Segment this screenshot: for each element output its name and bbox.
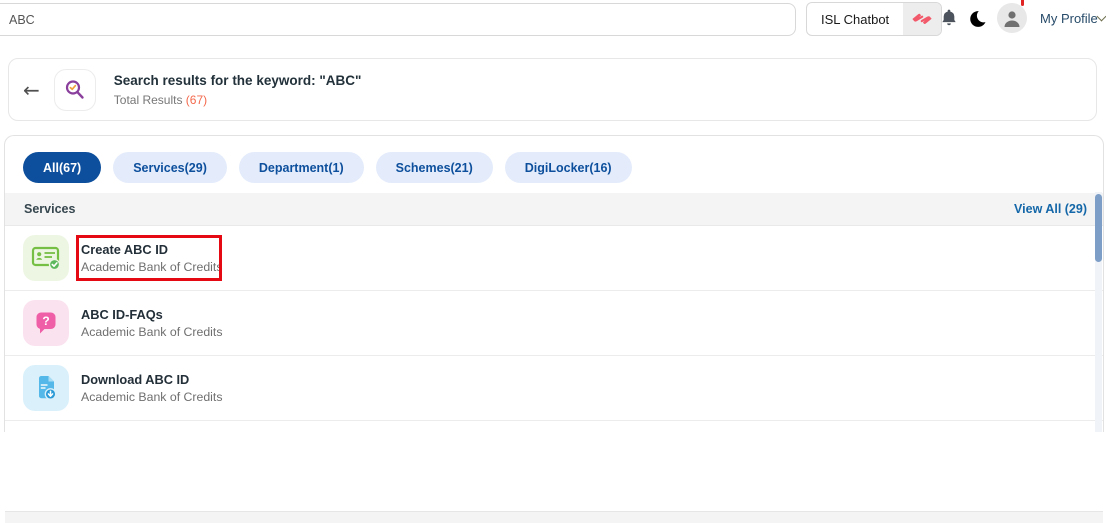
list-item-download-abc-id[interactable]: Download ABC ID Academic Bank of Credits bbox=[5, 356, 1103, 421]
my-profile-link[interactable]: My Profile bbox=[1040, 11, 1098, 26]
isl-chatbot-label: ISL Chatbot bbox=[821, 11, 890, 27]
notifications-bell-icon[interactable] bbox=[939, 8, 959, 28]
total-results-label: Total Results bbox=[113, 92, 186, 107]
service-title: Download ABC ID bbox=[81, 372, 190, 387]
services-section-title: Services bbox=[24, 202, 76, 216]
scrollbar-thumb[interactable] bbox=[1095, 194, 1102, 262]
results-card: All(67) Services(29) Department(1) Schem… bbox=[4, 135, 1104, 523]
dark-mode-moon-icon[interactable] bbox=[969, 9, 989, 29]
abc-id-card-icon bbox=[23, 235, 69, 281]
service-subtitle: Academic Bank of Credits bbox=[81, 390, 223, 404]
services-list: Create ABC ID Academic Bank of Credits ?… bbox=[5, 226, 1103, 523]
next-section-bar bbox=[5, 511, 1103, 523]
sign-language-hands-icon bbox=[903, 3, 942, 35]
scrollbar-track[interactable] bbox=[1095, 192, 1102, 432]
total-results-count: (67) bbox=[185, 92, 208, 107]
tab-schemes[interactable]: Schemes(21) bbox=[375, 152, 493, 183]
back-button[interactable]: ← bbox=[23, 80, 40, 100]
search-results-icon bbox=[53, 68, 96, 111]
avatar[interactable] bbox=[997, 3, 1027, 33]
total-results: Total Results (67) bbox=[114, 93, 362, 107]
tab-digilocker[interactable]: DigiLocker(16) bbox=[504, 152, 632, 183]
service-title: ABC ID-FAQs bbox=[81, 307, 163, 322]
service-title: Create ABC ID bbox=[81, 242, 168, 257]
list-item-abc-id-faqs[interactable]: ? ABC ID-FAQs Academic Bank of Credits bbox=[5, 291, 1103, 356]
services-section-header: Services View All (29) bbox=[5, 193, 1103, 226]
view-all-link[interactable]: View All (29) bbox=[1014, 202, 1087, 216]
svg-text:?: ? bbox=[42, 314, 49, 328]
filter-tabs: All(67) Services(29) Department(1) Schem… bbox=[23, 152, 632, 183]
isl-chatbot-button[interactable]: ISL Chatbot bbox=[806, 2, 943, 36]
page-title: Search results for the keyword: "ABC" bbox=[113, 72, 362, 88]
tab-services[interactable]: Services(29) bbox=[113, 152, 227, 183]
tab-department[interactable]: Department(1) bbox=[238, 152, 364, 183]
download-document-icon bbox=[23, 365, 69, 411]
chevron-down-icon[interactable] bbox=[1096, 11, 1106, 22]
faq-question-bubble-icon: ? bbox=[23, 300, 69, 346]
service-subtitle: Academic Bank of Credits bbox=[81, 260, 223, 274]
list-item-create-abc-id[interactable]: Create ABC ID Academic Bank of Credits bbox=[5, 226, 1103, 291]
service-subtitle: Academic Bank of Credits bbox=[81, 325, 223, 339]
notification-dot bbox=[1021, 0, 1024, 6]
search-input[interactable] bbox=[0, 3, 796, 36]
search-results-header-card: ← Search results for the keyword: "ABC" … bbox=[8, 58, 1097, 121]
tab-all[interactable]: All(67) bbox=[23, 152, 102, 183]
